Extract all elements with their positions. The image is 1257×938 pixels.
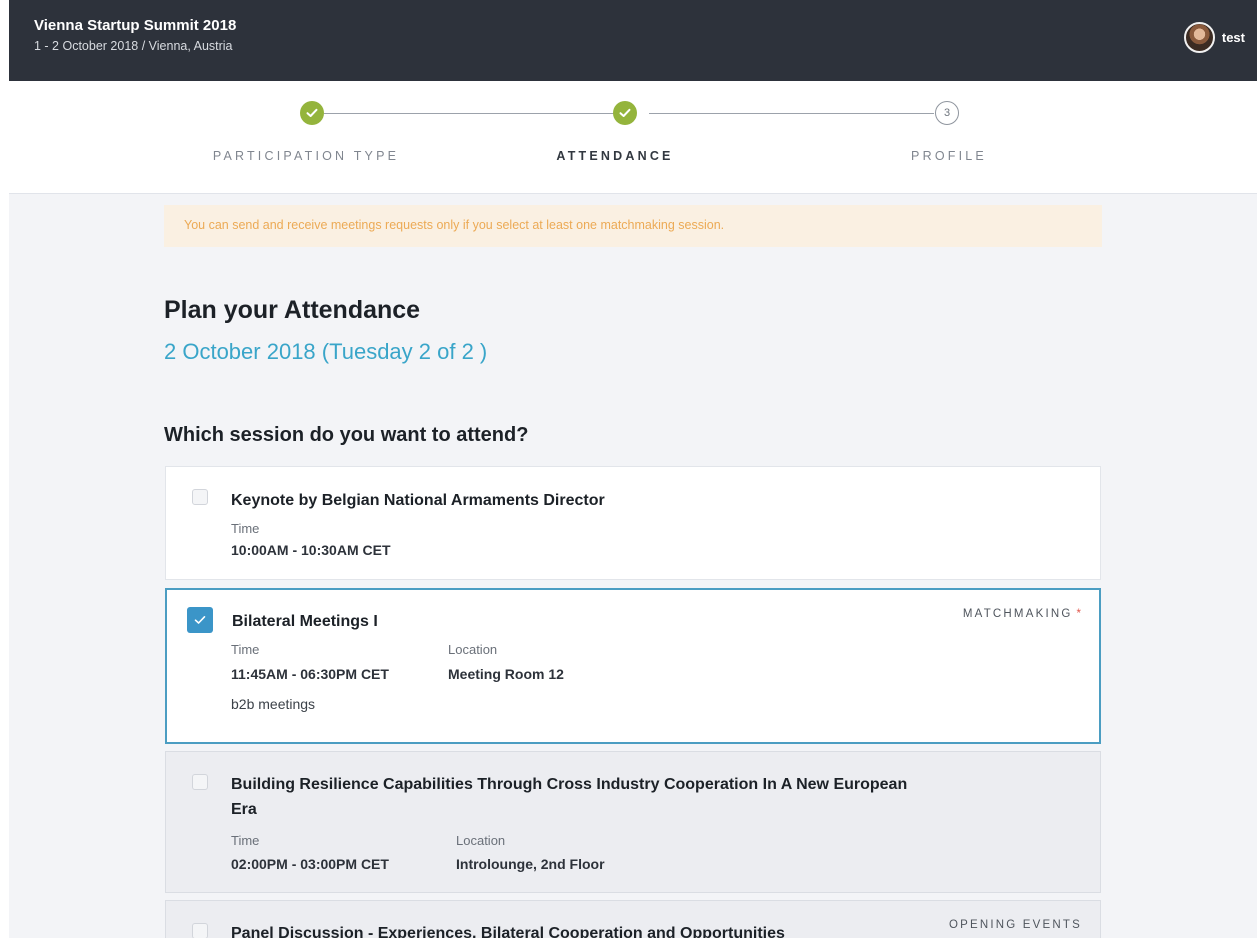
step-2-check-icon xyxy=(613,101,637,125)
time-label: Time xyxy=(231,521,260,536)
page-title: Plan your Attendance xyxy=(164,296,421,324)
left-edge xyxy=(0,0,9,938)
app-frame: Vienna Startup Summit 2018 1 - 2 October… xyxy=(9,0,1257,938)
step-label-attendance[interactable]: ATTENDANCE xyxy=(556,149,673,163)
session-tag-matchmaking: MATCHMAKING * xyxy=(962,608,1081,620)
step-3-number: 3 xyxy=(935,101,959,125)
session-tag-opening-events: OPENING EVENTS xyxy=(948,919,1082,931)
step-label-profile[interactable]: PROFILE xyxy=(911,149,987,163)
session-title: Panel Discussion - Experiences, Bilatera… xyxy=(231,925,785,938)
top-bar: Vienna Startup Summit 2018 1 - 2 October… xyxy=(9,0,1257,81)
matchmaking-alert: You can send and receive meetings reques… xyxy=(164,205,1102,247)
step-1-check-icon xyxy=(300,101,324,125)
step-connector xyxy=(324,113,625,114)
time-label: Time xyxy=(231,642,260,657)
session-card-panel-discussion[interactable]: Panel Discussion - Experiences, Bilatera… xyxy=(165,900,1101,938)
session-location: Meeting Room 12 xyxy=(448,666,564,682)
location-label: Location xyxy=(448,642,498,657)
time-label: Time xyxy=(231,833,260,848)
location-label: Location xyxy=(456,833,506,848)
session-checkbox[interactable] xyxy=(192,923,208,938)
session-title: Building Resilience Capabilities Through… xyxy=(231,776,908,818)
session-checkbox[interactable] xyxy=(192,774,208,790)
session-time: 10:00AM - 10:30AM CET xyxy=(231,542,391,558)
session-time: 11:45AM - 06:30PM CET xyxy=(231,666,389,682)
session-question: Which session do you want to attend? xyxy=(164,424,529,446)
session-card-bilateral-meetings[interactable]: Bilateral Meetings I MATCHMAKING * Time 1… xyxy=(165,588,1101,744)
session-title: Bilateral Meetings I xyxy=(232,613,378,630)
avatar[interactable] xyxy=(1183,22,1215,53)
step-label-participation-type[interactable]: PARTICIPATION TYPE xyxy=(213,149,399,163)
session-card-building-resilience[interactable]: Building Resilience Capabilities Through… xyxy=(165,751,1101,893)
user-name[interactable]: test xyxy=(1222,30,1245,45)
user-menu[interactable]: test xyxy=(1183,22,1245,53)
session-checkbox[interactable] xyxy=(192,489,208,505)
step-connector xyxy=(649,113,934,114)
required-marker: * xyxy=(1076,608,1081,620)
progress-stepper: 3 PARTICIPATION TYPE ATTENDANCE PROFILE xyxy=(9,81,1257,194)
session-checkbox-checked[interactable] xyxy=(187,607,213,633)
session-title: Keynote by Belgian National Armaments Di… xyxy=(231,492,605,509)
check-icon xyxy=(194,616,206,624)
event-title: Vienna Startup Summit 2018 xyxy=(34,17,237,34)
page-date: 2 October 2018 (Tuesday 2 of 2 ) xyxy=(164,339,488,364)
session-time: 02:00PM - 03:00PM CET xyxy=(231,856,389,872)
session-location: Introlounge, 2nd Floor xyxy=(456,856,605,872)
session-description: b2b meetings xyxy=(231,696,316,712)
session-card-keynote[interactable]: Keynote by Belgian National Armaments Di… xyxy=(165,466,1101,580)
event-subtitle: 1 - 2 October 2018 / Vienna, Austria xyxy=(34,39,233,53)
